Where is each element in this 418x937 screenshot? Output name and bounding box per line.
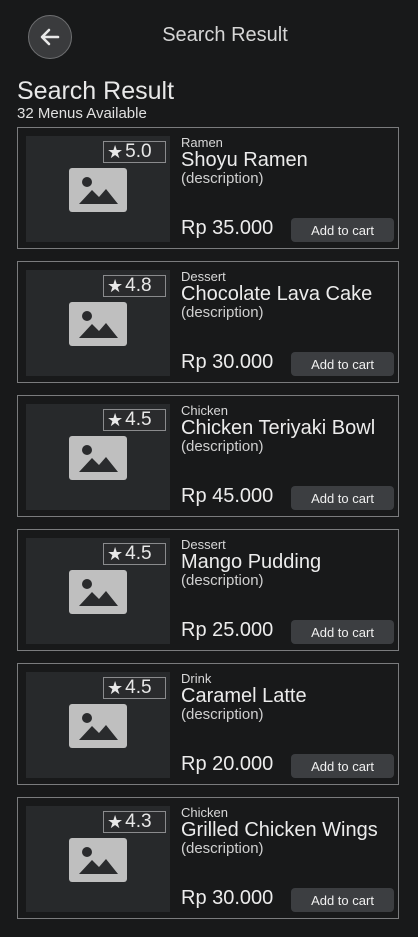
star-icon: ★: [107, 678, 124, 698]
menu-name: Caramel Latte: [181, 685, 307, 707]
rating-badge: ★ 4.3: [103, 811, 166, 833]
menu-thumbnail: ★ 4.3: [26, 806, 170, 912]
menu-description: (description): [181, 706, 264, 723]
menu-card[interactable]: ★ 4.8 Dessert Chocolate Lava Cake (descr…: [17, 261, 399, 383]
menu-card[interactable]: ★ 4.3 Chicken Grilled Chicken Wings (des…: [17, 797, 399, 919]
menu-name: Chicken Teriyaki Bowl: [181, 417, 376, 439]
star-icon: ★: [107, 410, 124, 430]
menu-description: (description): [181, 572, 264, 589]
menu-thumbnail: ★ 4.5: [26, 404, 170, 510]
rating-value: 4.5: [125, 677, 152, 698]
menu-description: (description): [181, 304, 264, 321]
menu-category: Drink: [181, 671, 212, 686]
image-placeholder-icon: [69, 436, 127, 480]
menu-price: Rp 25.000: [181, 619, 274, 641]
menu-price: Rp 30.000: [181, 351, 274, 373]
menu-thumbnail: ★ 4.5: [26, 672, 170, 778]
app-bar: Search Result: [0, 0, 418, 72]
add-to-cart-button[interactable]: Add to cart: [291, 218, 394, 242]
rating-badge: ★ 4.5: [103, 543, 166, 565]
menu-card[interactable]: ★ 5.0 Ramen Shoyu Ramen (description) Rp…: [17, 127, 399, 249]
menu-description: (description): [181, 840, 264, 857]
rating-value: 4.3: [125, 811, 152, 832]
menu-price: Rp 35.000: [181, 217, 274, 239]
rating-badge: ★ 4.8: [103, 275, 166, 297]
menu-thumbnail: ★ 4.8: [26, 270, 170, 376]
result-list: ★ 5.0 Ramen Shoyu Ramen (description) Rp…: [17, 127, 399, 931]
image-placeholder-icon: [69, 168, 127, 212]
menu-category: Chicken: [181, 805, 228, 820]
menu-thumbnail: ★ 5.0: [26, 136, 170, 242]
menu-price: Rp 45.000: [181, 485, 274, 507]
add-to-cart-button[interactable]: Add to cart: [291, 888, 394, 912]
rating-badge: ★ 4.5: [103, 409, 166, 431]
add-to-cart-button[interactable]: Add to cart: [291, 754, 394, 778]
star-icon: ★: [107, 276, 124, 296]
rating-value: 4.5: [125, 543, 152, 564]
image-placeholder-icon: [69, 838, 127, 882]
star-icon: ★: [107, 544, 124, 564]
menu-name: Mango Pudding: [181, 551, 322, 573]
page-title: Search Result: [17, 77, 175, 105]
menus-count: 32 Menus Available: [17, 105, 147, 122]
menu-category: Chicken: [181, 403, 228, 418]
rating-value: 5.0: [125, 141, 152, 162]
add-to-cart-button[interactable]: Add to cart: [291, 352, 394, 376]
add-to-cart-button[interactable]: Add to cart: [291, 620, 394, 644]
image-placeholder-icon: [69, 302, 127, 346]
menu-thumbnail: ★ 4.5: [26, 538, 170, 644]
menu-category: Dessert: [181, 537, 226, 552]
menu-category: Ramen: [181, 135, 223, 150]
star-icon: ★: [107, 142, 124, 162]
image-placeholder-icon: [69, 570, 127, 614]
rating-badge: ★ 4.5: [103, 677, 166, 699]
app-bar-title: Search Result: [162, 24, 288, 46]
add-to-cart-button[interactable]: Add to cart: [291, 486, 394, 510]
image-placeholder-icon: [69, 704, 127, 748]
menu-description: (description): [181, 170, 264, 187]
menu-name: Shoyu Ramen: [181, 149, 308, 171]
rating-value: 4.8: [125, 275, 152, 296]
menu-name: Grilled Chicken Wings: [181, 819, 378, 841]
menu-price: Rp 20.000: [181, 753, 274, 775]
rating-badge: ★ 5.0: [103, 141, 166, 163]
star-icon: ★: [107, 812, 124, 832]
menu-card[interactable]: ★ 4.5 Chicken Chicken Teriyaki Bowl (des…: [17, 395, 399, 517]
menu-name: Chocolate Lava Cake: [181, 283, 373, 305]
rating-value: 4.5: [125, 409, 152, 430]
menu-price: Rp 30.000: [181, 887, 274, 909]
menu-card[interactable]: ★ 4.5 Drink Caramel Latte (description) …: [17, 663, 399, 785]
menu-description: (description): [181, 438, 264, 455]
menu-card[interactable]: ★ 4.5 Dessert Mango Pudding (description…: [17, 529, 399, 651]
menu-category: Dessert: [181, 269, 226, 284]
